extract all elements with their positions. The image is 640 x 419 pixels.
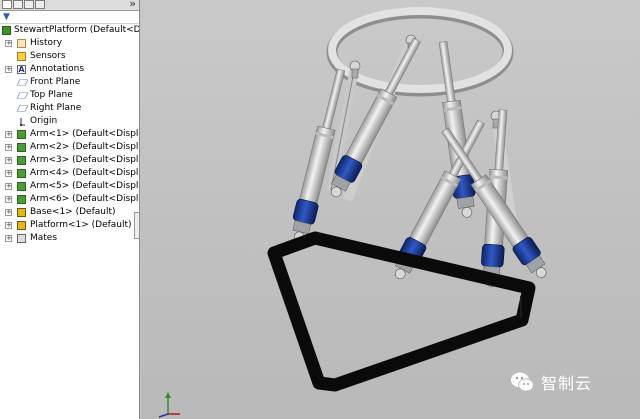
tree-item-arm-6[interactable]: + Arm<6> (Default<Display [0,193,140,206]
tree-item-history[interactable]: + History [0,37,139,50]
subassembly-icon [17,182,26,191]
watermark-text: 智制云 [541,374,593,393]
tree-root-item[interactable]: StewartPlatform (Default<Disp [0,24,140,37]
tree-item-label: Right Plane [30,103,82,113]
tree-item-origin[interactable]: Origin [0,115,139,128]
view-triad-icon [158,392,180,418]
tree-item-annotations[interactable]: + A Annotations [0,63,139,76]
tree-item-label: Platform<1> (Default) [30,220,132,230]
tree-item-label: Arm<6> (Default<Display [30,194,140,204]
subassembly-icon [17,195,26,204]
expand-toggle[interactable]: + [5,209,12,216]
tree-item-label: StewartPlatform (Default<Disp [14,25,140,35]
subassembly-icon [17,169,26,178]
tree-item-label: Origin [30,116,58,126]
subassembly-icon [17,156,26,165]
part-icon [17,208,26,217]
feature-tree: StewartPlatform (Default<Disp + History … [0,24,140,245]
plane-icon [16,105,29,112]
tree-item-label: Front Plane [30,77,81,87]
subassembly-icon [17,143,26,152]
tree-item-arm-4[interactable]: + Arm<4> (Default<Display [0,167,140,180]
tree-item-label: Arm<1> (Default<Display [30,129,140,139]
tree-item-top-plane[interactable]: Top Plane [0,89,139,102]
tree-item-label: Base<1> (Default) [30,207,116,217]
mates-icon [17,234,26,243]
property-icon[interactable] [13,0,23,9]
configuration-icon[interactable] [24,0,34,9]
expand-toggle[interactable]: + [5,144,12,151]
feature-tree-icon[interactable] [2,0,12,9]
annotations-icon: A [17,65,26,74]
expand-toggle[interactable]: + [5,157,12,164]
tree-item-sensors[interactable]: Sensors [0,50,139,63]
tree-item-mates[interactable]: + Mates [0,232,139,245]
wechat-icon [511,372,534,392]
feature-manager-panel: » ▼ StewartPlatform (Default<Disp + Hist… [0,0,140,419]
subassembly-icon [17,130,26,139]
sensors-icon [17,52,26,61]
tree-item-label: History [30,38,63,48]
tree-item-label: Arm<3> (Default<Display [30,155,140,165]
tree-item-arm-3[interactable]: + Arm<3> (Default<Display [0,154,140,167]
expand-toggle[interactable]: + [5,222,12,229]
panel-tab-bar: » [0,0,139,11]
tree-item-base[interactable]: + Base<1> (Default) [0,206,139,219]
plane-icon [16,79,29,86]
top-platform-ring [326,7,514,97]
plane-icon [16,92,29,99]
tree-item-platform[interactable]: + Platform<1> (Default) [0,219,139,232]
expand-toggle[interactable]: + [5,170,12,177]
filter-row: ▼ [0,11,139,24]
tree-item-label: Arm<5> (Default<Display [30,181,140,191]
expand-toggle[interactable]: + [5,235,12,242]
tree-item-arm-5[interactable]: + Arm<5> (Default<Display [0,180,140,193]
history-icon [17,39,26,48]
tree-item-label: Arm<2> (Default<Display [30,142,140,152]
expand-toggle[interactable]: + [5,183,12,190]
expand-panel-button[interactable]: » [129,0,136,10]
part-icon [17,221,26,230]
expand-toggle[interactable]: + [5,131,12,138]
panel-resize-grip[interactable] [134,212,139,239]
graphics-viewport[interactable]: 智制云 [141,0,640,419]
expand-toggle[interactable]: + [5,196,12,203]
tree-item-arm-2[interactable]: + Arm<2> (Default<Display [0,141,140,154]
tree-item-front-plane[interactable]: Front Plane [0,76,139,89]
origin-icon [20,118,25,126]
expand-toggle[interactable]: + [5,66,12,73]
expand-toggle[interactable]: + [5,40,12,47]
watermark: 智制云 [509,367,592,397]
tree-item-right-plane[interactable]: Right Plane [0,102,139,115]
tree-item-label: Arm<4> (Default<Display [30,168,140,178]
stewart-platform-model[interactable] [141,0,640,419]
tree-item-arm-1[interactable]: + Arm<1> (Default<Display [0,128,140,141]
filter-icon[interactable]: ▼ [3,12,10,22]
tree-item-label: Mates [30,233,58,243]
tree-item-label: Annotations [30,64,85,74]
assembly-icon [2,26,11,35]
display-icon[interactable] [35,0,45,9]
tree-item-label: Top Plane [30,90,73,100]
tree-item-label: Sensors [30,51,66,61]
